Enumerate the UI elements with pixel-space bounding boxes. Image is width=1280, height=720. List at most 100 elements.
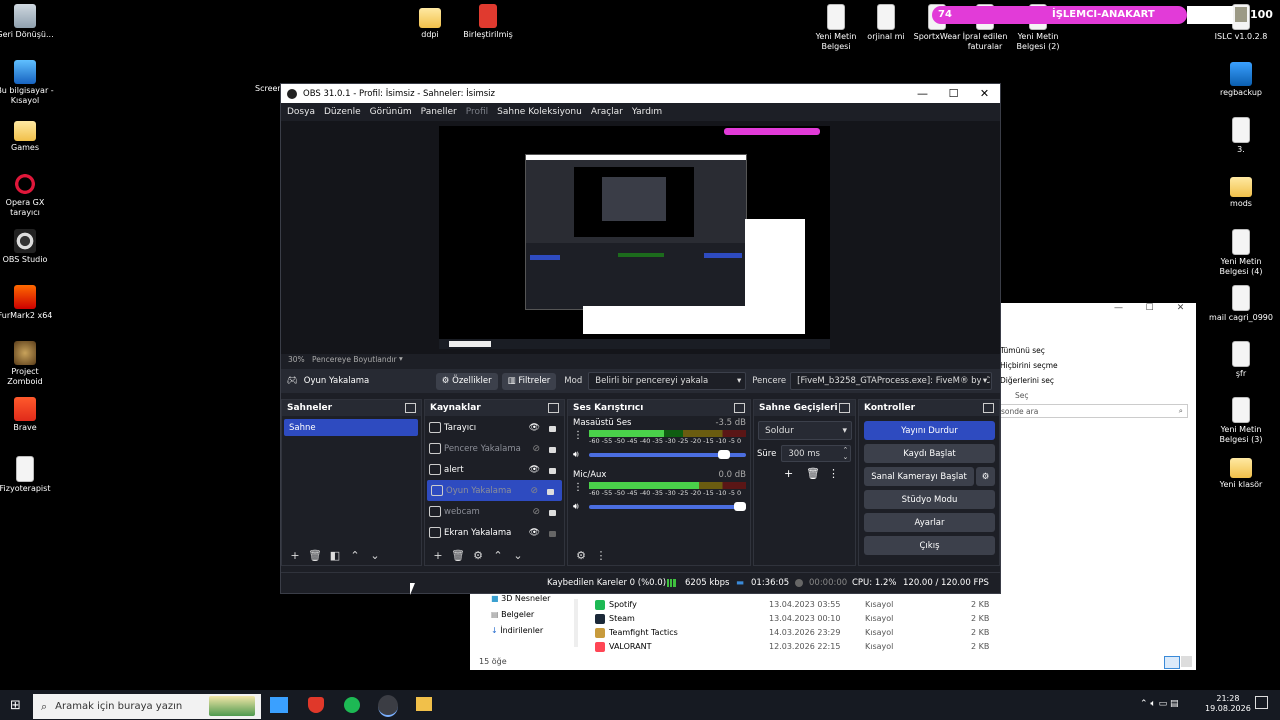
menu-item[interactable]: Profil — [466, 107, 488, 117]
source-item[interactable]: Ekran Yakalama 👁︎ — [425, 522, 564, 543]
volume-slider-knob[interactable] — [718, 450, 731, 459]
lock-icon[interactable] — [547, 489, 554, 495]
source-item[interactable]: Pencere Yakalama ⊘ — [425, 438, 564, 459]
desktop-icon[interactable]: Yeni Metin Belgesi (4) — [1209, 229, 1273, 277]
exit-button[interactable]: Çıkış — [864, 536, 995, 555]
start-virtual-camera-button[interactable]: Sanal Kamerayı Başlat — [864, 467, 974, 486]
filter-icon[interactable]: ◧ — [328, 549, 342, 562]
desktop-icon[interactable]: Bu bilgisayar - Kısayol — [0, 60, 57, 106]
speaker-icon[interactable]: 🔊︎ — [573, 450, 589, 460]
transition-select[interactable]: Soldur ▾ — [758, 421, 852, 440]
file-row[interactable]: Steam 13.04.2023 00:10 Kısayol 2 KB — [595, 612, 1195, 626]
taskbar-app-icon[interactable] — [270, 697, 288, 713]
studio-mode-button[interactable]: Stüdyo Modu — [864, 490, 995, 509]
more-options-icon[interactable]: ⋮ — [594, 549, 608, 562]
undock-icon[interactable] — [839, 403, 850, 413]
explorer-search-input[interactable]: sonde ara ⌕ — [998, 404, 1188, 418]
add-icon[interactable]: + — [431, 549, 445, 562]
lock-icon[interactable] — [549, 447, 556, 453]
menu-item[interactable]: Paneller — [421, 107, 457, 117]
desktop-icon[interactable]: Fizyoterapist — [0, 456, 57, 494]
menu-item[interactable]: Dosya — [287, 107, 315, 117]
desktop-icon[interactable]: Brave — [0, 397, 57, 433]
menu-item[interactable]: Düzenle — [324, 107, 361, 117]
lock-icon[interactable] — [549, 426, 556, 432]
source-item[interactable]: webcam ⊘ — [425, 501, 564, 522]
speaker-icon[interactable]: 🔊︎ — [573, 502, 589, 512]
obs-preview[interactable] — [281, 121, 1000, 354]
unlock-icon[interactable] — [549, 531, 556, 537]
source-item[interactable]: alert 👁︎ — [425, 459, 564, 480]
obs-taskbar-icon[interactable] — [378, 695, 398, 717]
maximize-icon[interactable]: ☐ — [1134, 303, 1165, 323]
stop-streaming-button[interactable]: Yayını Durdur — [864, 421, 995, 440]
desktop-icon[interactable]: FurMark2 x64 — [0, 285, 57, 321]
file-row[interactable]: Teamfight Tactics 14.03.2026 23:29 Kısayol… — [595, 626, 1195, 640]
eye-icon[interactable]: 👁︎ — [529, 423, 540, 433]
invert-selection-item[interactable]: Diğerlerini seç — [1000, 373, 1058, 388]
chevron-down-icon[interactable]: ▾ — [399, 354, 403, 363]
minimize-icon[interactable]: — — [907, 87, 938, 100]
nav-scrollbar[interactable] — [574, 599, 578, 647]
clock[interactable]: 21:28 19.08.2026 — [1205, 694, 1251, 714]
eye-hidden-icon[interactable]: ⊘ — [530, 486, 538, 496]
desktop-icon[interactable]: mods — [1209, 173, 1273, 209]
more-options-icon[interactable]: ⋮ — [573, 482, 589, 493]
arrow-up-icon[interactable]: ⌃ — [491, 549, 505, 562]
spinner-icon[interactable]: ⌃ ⌄ — [842, 446, 848, 461]
spotify-icon[interactable] — [344, 697, 360, 713]
trash-icon[interactable]: 🗑︎ — [806, 467, 828, 480]
settings-button[interactable]: Ayarlar — [864, 513, 995, 532]
eye-icon[interactable]: 👁︎ — [529, 465, 540, 475]
preview-canvas[interactable] — [439, 126, 830, 349]
virtual-camera-settings-icon[interactable]: ⚙ — [976, 467, 995, 486]
nav-item-downloads[interactable]: ↓ İndirilenler — [470, 623, 570, 639]
desktop-icon[interactable]: şfr — [1209, 341, 1273, 379]
desktop-icon[interactable]: Games — [0, 117, 57, 153]
source-item[interactable]: Tarayıcı 👁︎ — [425, 417, 564, 438]
tiles-view-icon[interactable] — [1181, 656, 1192, 667]
desktop-icon[interactable]: Birleştirilmiş — [456, 4, 520, 40]
eye-hidden-icon[interactable]: ⊘ — [532, 444, 540, 454]
filters-button[interactable]: ▥ Filtreler — [501, 372, 557, 390]
mode-select[interactable]: Belirli bir pencereyi yakala ▾ — [588, 372, 747, 390]
add-icon[interactable]: + — [784, 467, 806, 480]
minimize-icon[interactable]: — — [1103, 303, 1134, 323]
select-all-item[interactable]: Tümünü seç — [1000, 343, 1058, 358]
desktop-icon[interactable]: ddpi — [398, 4, 462, 40]
desktop-icon[interactable]: Yeni klasör — [1209, 454, 1273, 490]
menu-item[interactable]: Araçlar — [591, 107, 623, 117]
arrow-down-icon[interactable]: ⌄ — [368, 549, 382, 562]
eye-icon[interactable]: 👁︎ — [529, 528, 540, 538]
arrow-up-icon[interactable]: ⌃ — [348, 549, 362, 562]
start-recording-button[interactable]: Kaydı Başlat — [864, 444, 995, 463]
lock-icon[interactable] — [549, 468, 556, 474]
file-row[interactable]: Spotify 13.04.2023 03:55 Kısayol 2 KB — [595, 598, 1195, 612]
gear-icon[interactable]: ⚙ — [471, 549, 485, 562]
undock-icon[interactable] — [405, 403, 416, 413]
scene-item[interactable]: Sahne — [284, 419, 418, 436]
source-item[interactable]: Oyun Yakalama ⊘ — [427, 480, 562, 501]
details-view-icon[interactable] — [1164, 656, 1180, 669]
volume-slider-knob[interactable] — [734, 502, 746, 511]
desktop-icon[interactable]: mail cagri_0990 — [1209, 285, 1273, 323]
eye-hidden-icon[interactable]: ⊘ — [532, 507, 540, 517]
windows-start-icon[interactable]: ⊞ — [10, 698, 21, 713]
taskbar-search[interactable]: ⌕ Aramak için buraya yazın — [33, 694, 261, 719]
desktop-icon[interactable]: Yeni Metin Belgesi (3) — [1209, 397, 1273, 445]
desktop-icon[interactable]: Project Zomboid — [0, 341, 57, 387]
lock-icon[interactable] — [549, 510, 556, 516]
duration-input[interactable]: 300 ms ⌃ ⌄ — [781, 445, 852, 462]
desktop-icon[interactable]: OBS Studio — [0, 229, 57, 265]
arrow-down-icon[interactable]: ⌄ — [511, 549, 525, 562]
maximize-icon[interactable]: ☐ — [938, 87, 969, 100]
advanced-audio-icon[interactable]: ⚙ — [574, 549, 588, 562]
desktop-icon[interactable]: Geri Dönüşü... — [0, 4, 57, 40]
menu-item[interactable]: Yardım — [632, 107, 662, 117]
menu-item[interactable]: Görünüm — [370, 107, 412, 117]
trash-icon[interactable]: 🗑︎ — [308, 549, 322, 562]
add-icon[interactable]: + — [288, 549, 302, 562]
file-row[interactable]: VALORANT 12.03.2026 22:15 Kısayol 2 KB — [595, 640, 1195, 654]
trash-icon[interactable]: 🗑︎ — [451, 549, 465, 562]
desktop-icon[interactable]: Opera GX tarayıcı — [0, 172, 57, 218]
